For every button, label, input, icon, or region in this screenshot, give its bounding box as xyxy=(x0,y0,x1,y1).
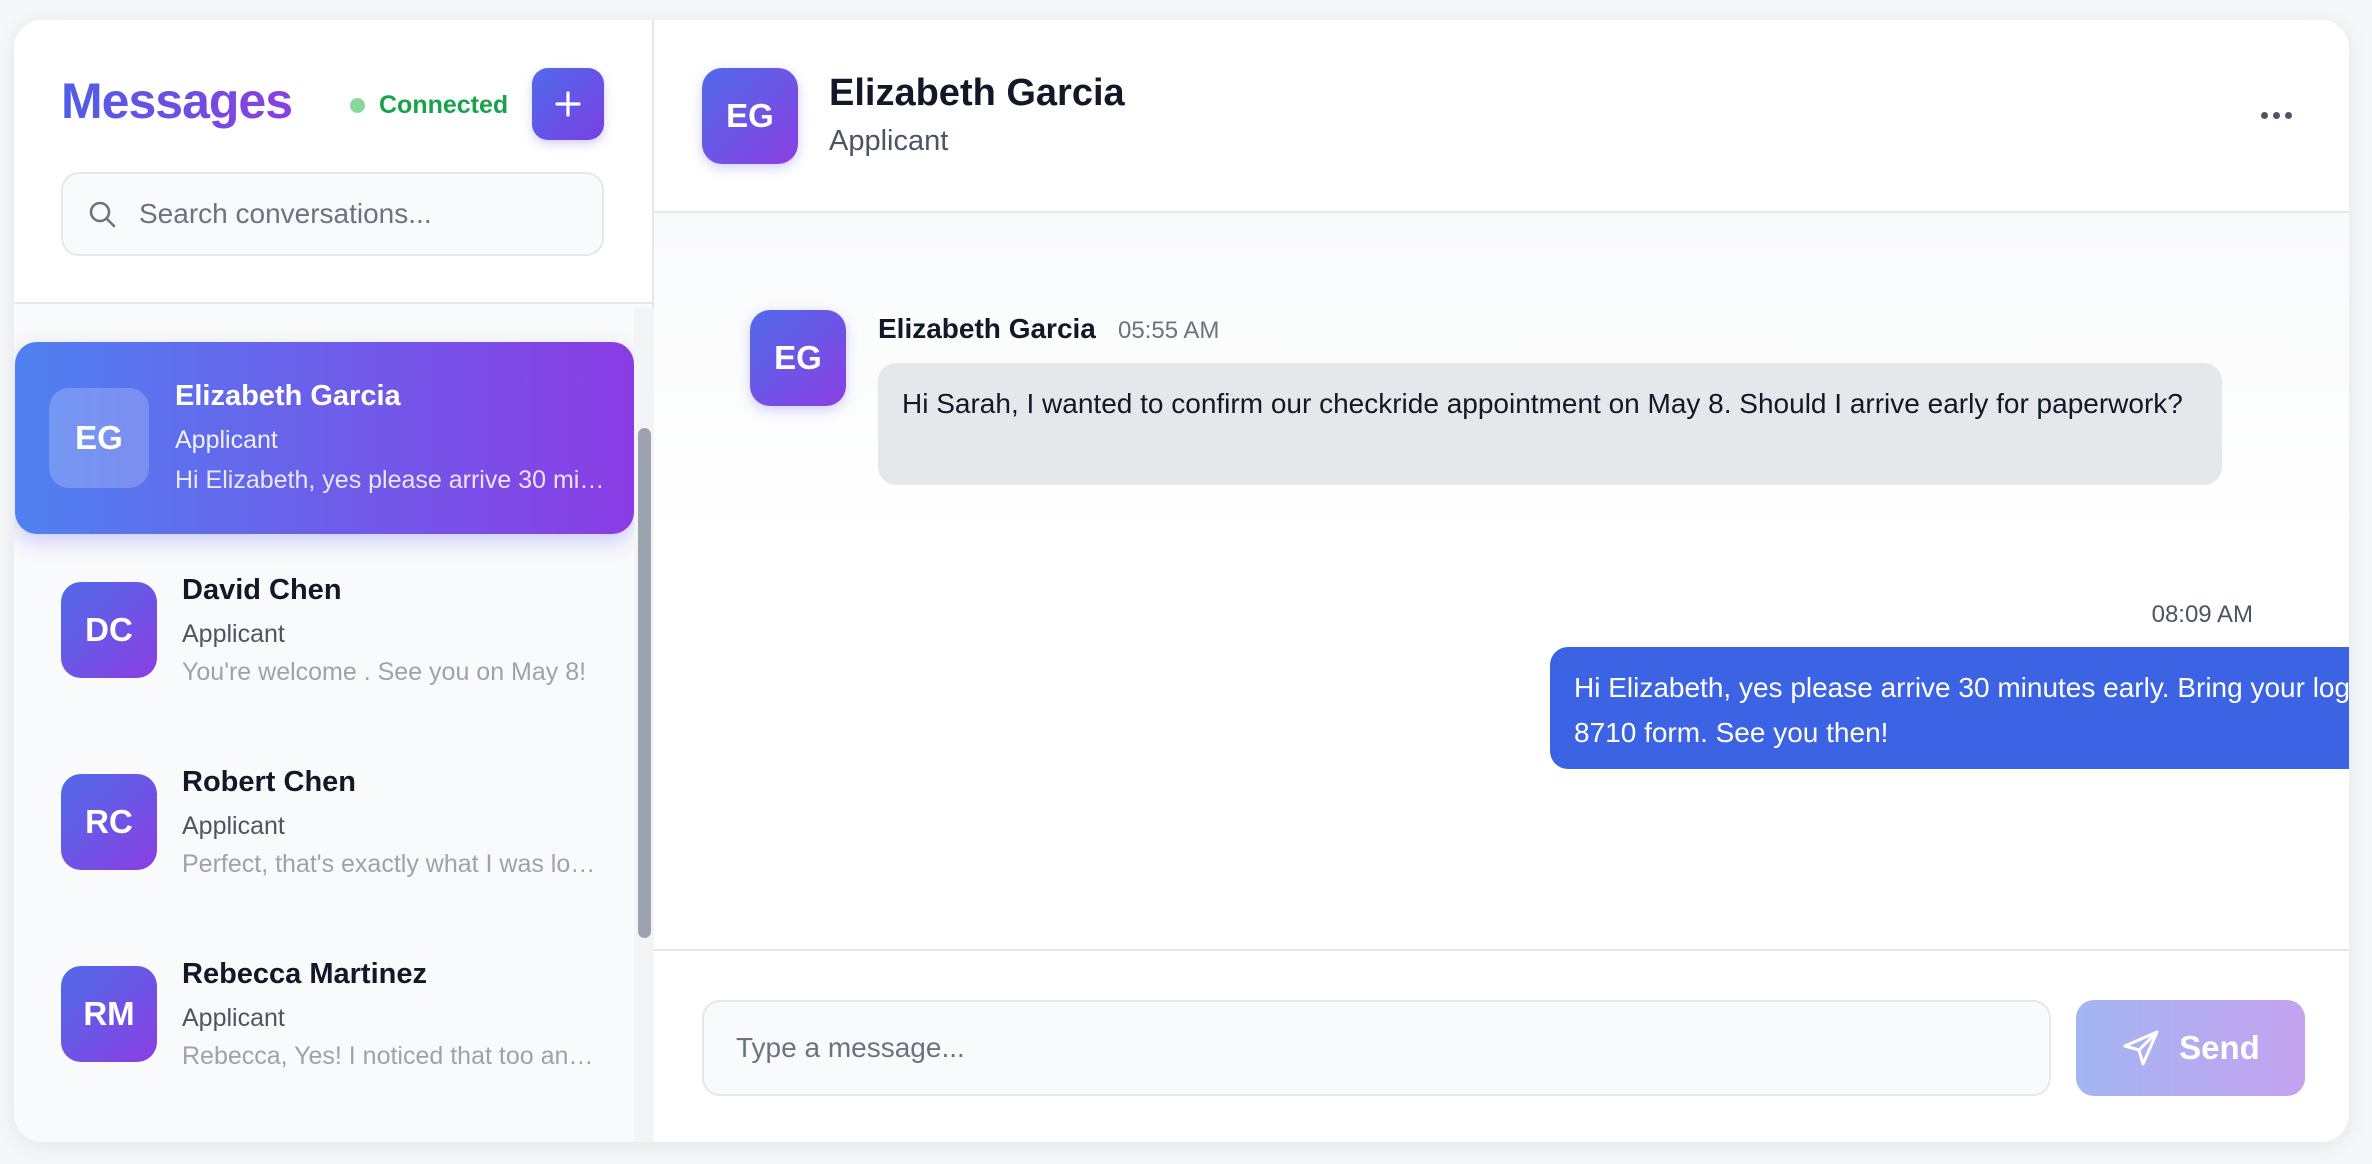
sidebar: Messages Connected EG Elizabe xyxy=(14,20,654,1142)
send-button[interactable]: Send xyxy=(2076,1000,2305,1096)
avatar: DC xyxy=(61,582,157,678)
chat-panel: EG Elizabeth Garcia Applicant EG Elizabe… xyxy=(654,20,2349,1142)
connection-status: Connected xyxy=(350,91,508,120)
search-box xyxy=(61,172,604,256)
more-dots-icon xyxy=(2272,111,2280,119)
messaging-app: Messages Connected EG Elizabe xyxy=(14,20,2349,1142)
conversation-role: Applicant xyxy=(175,426,278,454)
page-title: Messages xyxy=(61,73,293,129)
chat-header: EG Elizabeth Garcia Applicant xyxy=(654,20,2349,213)
message-timestamp: 05:55 AM xyxy=(1118,317,1220,344)
more-dots-icon xyxy=(2284,111,2292,119)
conversation-preview: You're welcome . See you on May 8! xyxy=(182,658,587,686)
message-timestamp: 08:09 AM xyxy=(2151,601,2253,628)
conversation-role: Applicant xyxy=(182,620,285,648)
conversation-list-scrollbar[interactable] xyxy=(634,308,654,1142)
new-conversation-button[interactable] xyxy=(532,68,604,140)
avatar: EG xyxy=(702,68,798,164)
connection-status-label: Connected xyxy=(379,91,509,119)
avatar: EG xyxy=(49,388,149,488)
conversation-name: David Chen xyxy=(182,574,342,606)
conversation-item-elizabeth-garcia[interactable]: EG Elizabeth Garcia Applicant Hi Elizabe… xyxy=(15,342,634,534)
message-thread: EG Elizabeth Garcia 05:55 AM Hi Sarah, I… xyxy=(654,213,2349,949)
message-bubble: Hi Sarah, I wanted to confirm our checkr… xyxy=(878,363,2222,485)
conversation-role: Applicant xyxy=(182,812,285,840)
chat-contact-name: Elizabeth Garcia xyxy=(829,72,1125,114)
conversation-preview: Rebecca, Yes! I noticed that too and upd… xyxy=(182,1042,602,1070)
conversation-item-david-chen[interactable]: DC David Chen Applicant You're welcome .… xyxy=(14,534,634,726)
send-button-label: Send xyxy=(2179,1029,2260,1066)
conversation-name: Robert Chen xyxy=(182,766,356,798)
message-sender: Elizabeth Garcia xyxy=(878,313,1096,344)
more-dots-icon xyxy=(2260,111,2268,119)
scrollbar-thumb[interactable] xyxy=(638,428,651,938)
avatar: EG xyxy=(750,310,846,406)
chat-contact-role: Applicant xyxy=(829,125,949,157)
search-input[interactable] xyxy=(139,198,579,230)
plus-icon xyxy=(555,91,581,117)
conversation-preview: Hi Elizabeth, yes please arrive 30 minut… xyxy=(175,466,615,494)
avatar: RM xyxy=(61,966,157,1062)
sidebar-header: Messages Connected xyxy=(14,20,652,304)
message-bubble: Hi Elizabeth, yes please arrive 30 minut… xyxy=(1550,647,2349,769)
message-composer: Send xyxy=(654,949,2349,1142)
search-icon xyxy=(89,201,116,228)
status-dot-icon xyxy=(350,98,365,113)
message-input[interactable] xyxy=(702,1000,2051,1096)
more-options-button[interactable] xyxy=(2251,100,2301,130)
conversation-role: Applicant xyxy=(182,1004,285,1032)
conversation-name: Rebecca Martinez xyxy=(182,958,427,990)
conversation-item-robert-chen[interactable]: RC Robert Chen Applicant Perfect, that's… xyxy=(14,726,634,918)
conversation-name: Elizabeth Garcia xyxy=(175,380,401,412)
conversation-preview: Perfect, that's exactly what I was looki… xyxy=(182,850,602,878)
conversation-item-rebecca-martinez[interactable]: RM Rebecca Martinez Applicant Rebecca, Y… xyxy=(14,918,634,1110)
send-icon xyxy=(2123,1030,2159,1066)
avatar: RC xyxy=(61,774,157,870)
